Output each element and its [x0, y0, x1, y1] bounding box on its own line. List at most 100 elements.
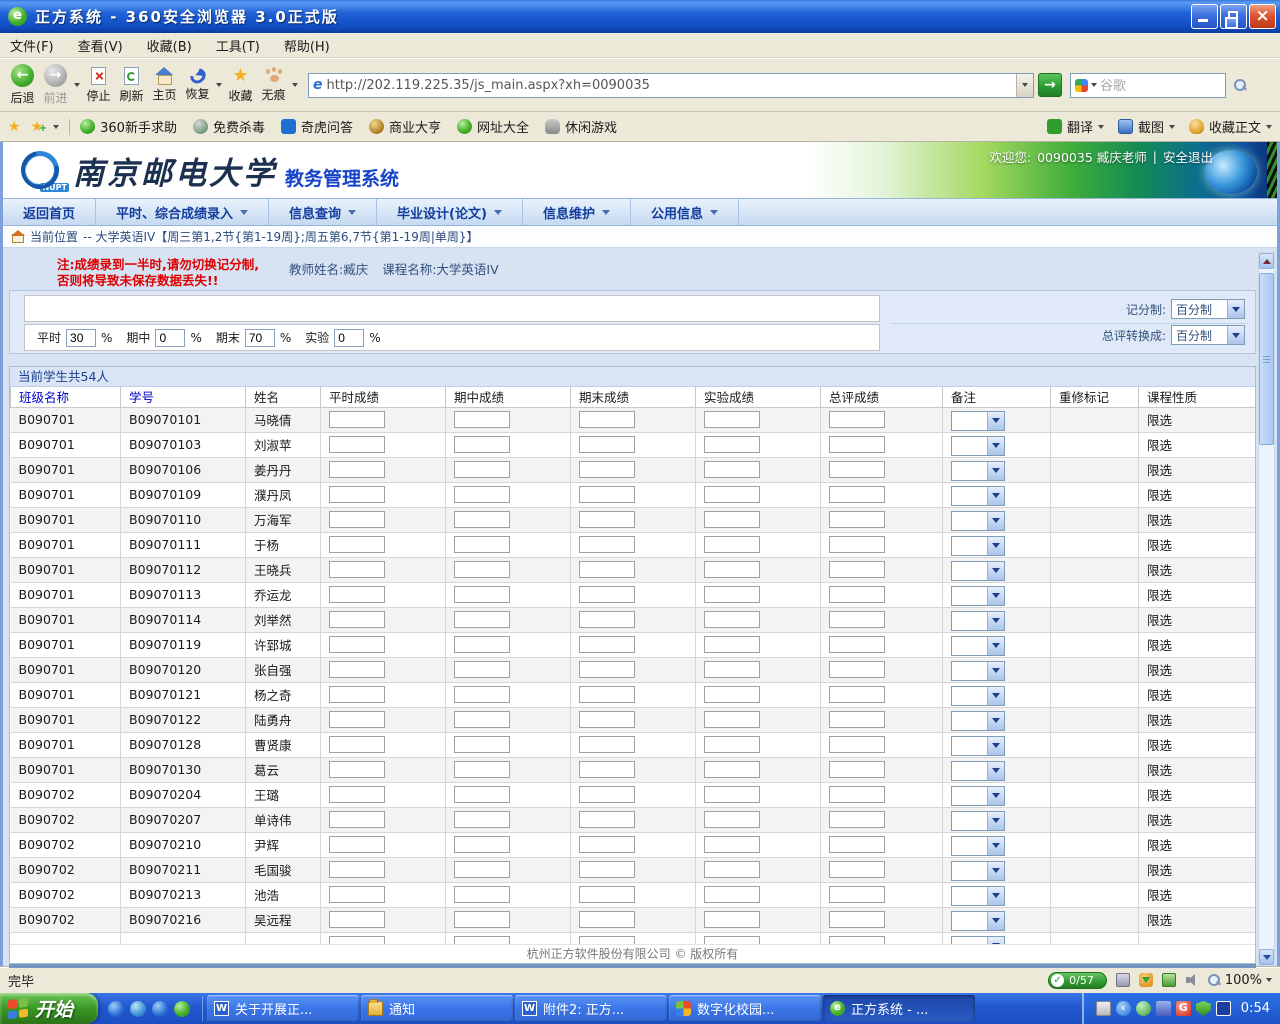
total-score-input[interactable]: [829, 661, 885, 678]
page-zoom-control[interactable]: 100%: [1208, 973, 1272, 988]
ie-icon[interactable]: [152, 1001, 168, 1017]
forward-button[interactable]: → 前进: [39, 60, 72, 110]
regular-score-input[interactable]: [329, 736, 385, 753]
regular-score-input[interactable]: [329, 811, 385, 828]
lab-score-input[interactable]: [704, 736, 760, 753]
incognito-button[interactable]: 无痕: [257, 60, 290, 110]
total-score-input[interactable]: [829, 811, 885, 828]
total-score-input[interactable]: [829, 411, 885, 428]
favorite-link[interactable]: 休闲游戏: [545, 117, 617, 136]
lab-score-input[interactable]: [704, 511, 760, 528]
refresh-button[interactable]: 刷新: [115, 60, 148, 110]
midterm-score-input[interactable]: [454, 486, 510, 503]
taskbar-window-button[interactable]: 通知: [361, 995, 513, 1022]
taskbar-window-button[interactable]: 正方系统 - ...: [823, 995, 975, 1022]
stop-button[interactable]: 停止: [82, 60, 115, 110]
scroll-up-button[interactable]: [1259, 253, 1274, 269]
remark-select[interactable]: [951, 886, 1005, 906]
total-score-input[interactable]: [829, 511, 885, 528]
midterm-score-input[interactable]: [454, 861, 510, 878]
column-header[interactable]: 期末成绩: [571, 387, 696, 407]
lab-score-input[interactable]: [704, 836, 760, 853]
messenger-icon[interactable]: [130, 1001, 146, 1017]
360-browser-icon[interactable]: [174, 1001, 190, 1017]
regular-score-input[interactable]: [329, 586, 385, 603]
proxy-server-icon[interactable]: [1116, 973, 1130, 987]
remark-select[interactable]: [951, 636, 1005, 656]
remark-select[interactable]: [951, 436, 1005, 456]
midterm-score-input[interactable]: [454, 736, 510, 753]
regular-score-input[interactable]: [329, 561, 385, 578]
midterm-score-input[interactable]: [454, 936, 510, 944]
remark-select[interactable]: [951, 936, 1005, 945]
total-score-input[interactable]: [829, 711, 885, 728]
convert-select[interactable]: 百分制: [1171, 325, 1245, 345]
midterm-score-input[interactable]: [454, 911, 510, 928]
weight-input[interactable]: [66, 329, 96, 347]
browser-tool-button[interactable]: 收藏正文: [1189, 117, 1272, 136]
regular-score-input[interactable]: [329, 461, 385, 478]
ad-block-badge[interactable]: ✓ 0/57: [1048, 972, 1107, 989]
column-header[interactable]: 班级名称: [11, 387, 121, 407]
midterm-score-input[interactable]: [454, 511, 510, 528]
total-score-input[interactable]: [829, 611, 885, 628]
input-method-icon[interactable]: [1216, 1001, 1231, 1016]
final-score-input[interactable]: [579, 636, 635, 653]
total-score-input[interactable]: [829, 836, 885, 853]
im-tray-icon[interactable]: [1136, 1001, 1151, 1016]
nav-item[interactable]: 平时、综合成绩录入: [96, 199, 269, 225]
regular-score-input[interactable]: [329, 886, 385, 903]
final-score-input[interactable]: [579, 436, 635, 453]
column-header[interactable]: 学号: [121, 387, 246, 407]
favorite-link[interactable]: 奇虎问答: [281, 117, 353, 136]
history-dropdown-icon[interactable]: [74, 83, 80, 87]
final-score-input[interactable]: [579, 686, 635, 703]
remark-select[interactable]: [951, 461, 1005, 481]
minimize-button[interactable]: [1191, 4, 1218, 29]
url-dropdown-button[interactable]: [1016, 74, 1033, 97]
regular-score-input[interactable]: [329, 686, 385, 703]
regular-score-input[interactable]: [329, 636, 385, 653]
total-score-input[interactable]: [829, 786, 885, 803]
nav-item[interactable]: 信息查询: [269, 199, 377, 225]
lab-score-input[interactable]: [704, 661, 760, 678]
go-button[interactable]: →: [1038, 73, 1062, 97]
security-shield-icon[interactable]: [1196, 1001, 1211, 1016]
final-score-input[interactable]: [579, 761, 635, 778]
regular-score-input[interactable]: [329, 661, 385, 678]
lab-score-input[interactable]: [704, 811, 760, 828]
favorites-button[interactable]: ★ 收藏: [224, 60, 257, 110]
midterm-score-input[interactable]: [454, 886, 510, 903]
lab-score-input[interactable]: [704, 611, 760, 628]
lab-score-input[interactable]: [704, 461, 760, 478]
final-score-input[interactable]: [579, 936, 635, 944]
remark-select[interactable]: [951, 611, 1005, 631]
search-go-icon[interactable]: [1234, 79, 1247, 92]
midterm-score-input[interactable]: [454, 536, 510, 553]
home-button[interactable]: 主页: [148, 60, 181, 110]
column-header[interactable]: 姓名: [246, 387, 321, 407]
remark-select[interactable]: [951, 486, 1005, 506]
regular-score-input[interactable]: [329, 411, 385, 428]
lab-score-input[interactable]: [704, 911, 760, 928]
total-score-input[interactable]: [829, 636, 885, 653]
weight-input[interactable]: [334, 329, 364, 347]
menu-item[interactable]: 查看(V): [78, 36, 123, 55]
total-score-input[interactable]: [829, 736, 885, 753]
remark-select[interactable]: [951, 711, 1005, 731]
final-score-input[interactable]: [579, 811, 635, 828]
remark-select[interactable]: [951, 686, 1005, 706]
favorites-dropdown-icon[interactable]: [53, 125, 59, 129]
scrollbar-track[interactable]: [1259, 445, 1274, 949]
remark-select[interactable]: [951, 586, 1005, 606]
download-tray-icon[interactable]: G: [1176, 1001, 1191, 1016]
remark-select[interactable]: [951, 761, 1005, 781]
total-score-input[interactable]: [829, 586, 885, 603]
remark-select[interactable]: [951, 411, 1005, 431]
lab-score-input[interactable]: [704, 486, 760, 503]
regular-score-input[interactable]: [329, 761, 385, 778]
browser-tool-button[interactable]: 翻译: [1047, 117, 1104, 136]
midterm-score-input[interactable]: [454, 836, 510, 853]
final-score-input[interactable]: [579, 836, 635, 853]
regular-score-input[interactable]: [329, 711, 385, 728]
